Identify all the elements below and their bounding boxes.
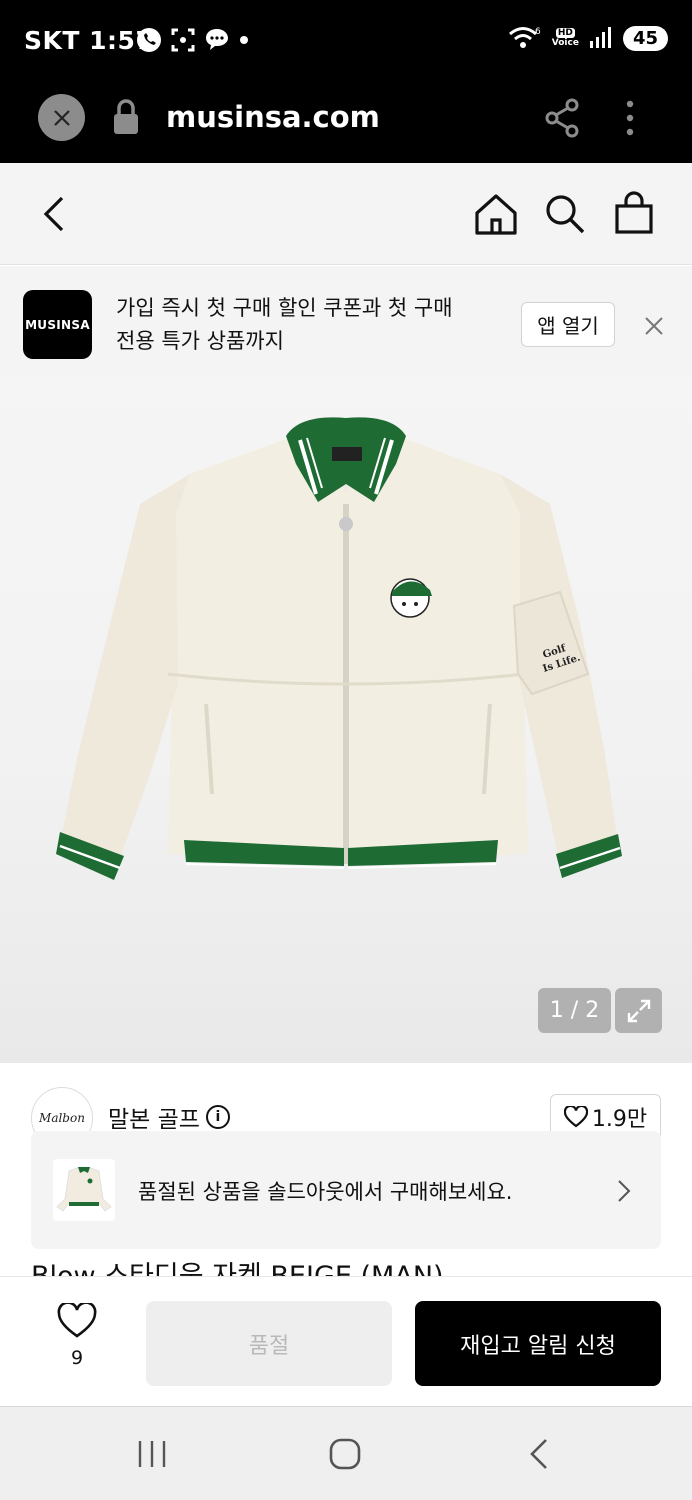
info-icon[interactable]: i	[205, 1105, 230, 1129]
expand-icon	[627, 999, 650, 1022]
more-menu-icon[interactable]	[624, 98, 636, 138]
open-app-button[interactable]: 앱 열기	[521, 302, 615, 347]
brand-name-link[interactable]: 말본 골프 i	[108, 1100, 230, 1134]
promo-message: 가입 즉시 첫 구매 할인 쿠폰과 첫 구매 전용 특가 상품까지	[116, 296, 453, 353]
close-banner-icon[interactable]	[644, 316, 664, 336]
back-icon[interactable]	[40, 195, 68, 233]
hd-voice-badge: HD Voice	[551, 28, 579, 48]
signal-icon	[589, 27, 611, 48]
home-icon[interactable]	[474, 193, 518, 235]
restock-alert-button[interactable]: 재입고 알림 신청	[415, 1301, 661, 1386]
status-bar: SKT 1:57 6 HD Voice 45	[0, 0, 692, 80]
lock-icon	[114, 99, 138, 134]
app-promo-banner: MUSINSA 가입 즉시 첫 구매 할인 쿠폰과 첫 구매 전용 특가 상품까…	[0, 266, 692, 374]
search-icon[interactable]	[544, 193, 586, 235]
product-image-gallery[interactable]: Golf Is Life. 1 / 2	[0, 374, 692, 1063]
system-navigation-bar	[0, 1406, 692, 1500]
soldout-message: 품절된 상품을 솔드아웃에서 구매해보세요.	[138, 1180, 513, 1204]
product-image: Golf Is Life.	[56, 417, 622, 880]
expand-image-button[interactable]	[615, 988, 662, 1033]
dot-icon	[240, 36, 248, 44]
url-text[interactable]: musinsa.com	[166, 100, 380, 134]
share-icon[interactable]	[544, 98, 580, 138]
product-title: Blow 스타디움 자켓 BEIGE (MAN)	[31, 1258, 444, 1276]
wishlist-button[interactable]: 9	[50, 1301, 104, 1369]
chat-icon	[206, 29, 228, 50]
purchase-action-bar: 9 품절 재입고 알림 신청	[0, 1276, 692, 1406]
app-header	[0, 163, 692, 265]
back-nav-icon[interactable]	[528, 1437, 550, 1471]
browser-toolbar: musinsa.com	[0, 80, 692, 163]
musinsa-logo: MUSINSA	[23, 290, 92, 359]
heart-outline-icon	[57, 1301, 97, 1338]
scan-icon	[171, 28, 195, 52]
call-icon	[137, 28, 161, 52]
battery-indicator: 45	[622, 25, 668, 51]
status-time: SKT 1:57	[24, 26, 154, 55]
home-nav-icon[interactable]	[328, 1437, 362, 1471]
image-pager: 1 / 2	[538, 988, 611, 1033]
chevron-right-icon	[618, 1180, 631, 1202]
soldout-button: 품절	[146, 1301, 392, 1386]
shopping-bag-icon[interactable]	[614, 191, 654, 235]
close-icon	[53, 109, 70, 126]
system-indicators: 6 HD Voice 45	[508, 24, 668, 52]
product-thumbnail	[53, 1159, 115, 1221]
recent-apps-icon[interactable]	[136, 1439, 168, 1469]
notification-icons	[136, 27, 250, 53]
svg-text:6: 6	[535, 27, 541, 37]
heart-icon	[563, 1105, 588, 1127]
wishlist-count: 9	[70, 1347, 84, 1369]
soldout-redirect-card[interactable]: 품절된 상품을 솔드아웃에서 구매해보세요.	[31, 1131, 661, 1249]
wifi-icon: 6	[508, 27, 541, 48]
close-tab-button[interactable]	[38, 94, 85, 141]
